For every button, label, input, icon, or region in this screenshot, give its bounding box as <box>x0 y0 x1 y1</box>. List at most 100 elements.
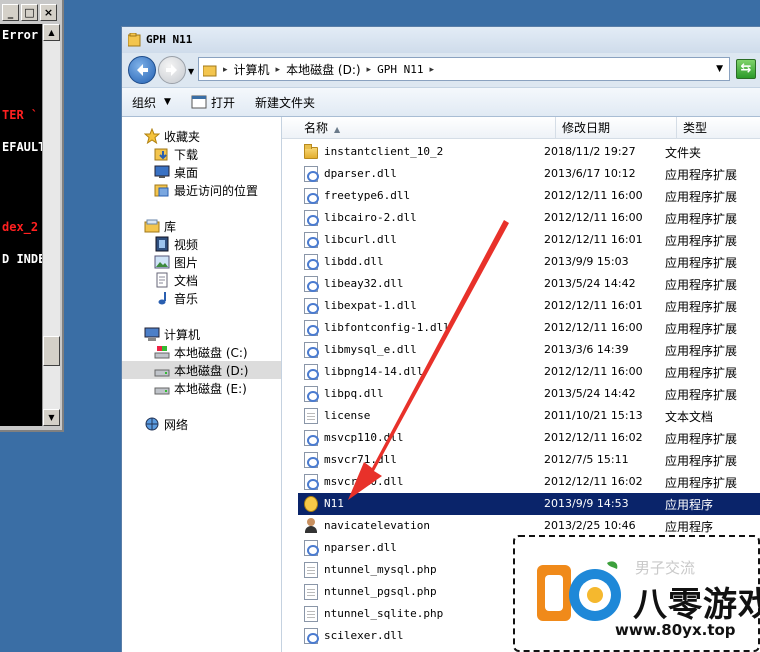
star-icon <box>143 127 161 145</box>
file-date: 2012/12/11 16:02 <box>544 475 643 488</box>
desktop-icon <box>154 164 170 180</box>
nav-label: 桌面 <box>174 165 199 180</box>
music-note-icon <box>154 290 170 306</box>
file-name: msvcp110.dll <box>324 431 404 444</box>
back-button[interactable] <box>128 56 156 84</box>
file-row[interactable]: msvcp110.dll 2012/12/11 16:02 应用程序扩展 <box>298 427 760 449</box>
nav-drive-c[interactable]: 本地磁盘 (C:) <box>154 343 248 361</box>
recent-places-icon <box>154 182 170 198</box>
nav-network[interactable]: 网络 <box>144 415 188 433</box>
column-date[interactable]: 修改日期 <box>556 117 677 139</box>
console-scrollbar[interactable]: ▲ ▼ <box>42 24 60 426</box>
folder-icon <box>128 33 141 47</box>
file-name: libcurl.dll <box>324 233 397 246</box>
file-row[interactable]: msvcr71.dll 2012/7/5 15:11 应用程序扩展 <box>298 449 760 471</box>
file-row[interactable]: msvcr110.dll 2012/12/11 16:02 应用程序扩展 <box>298 471 760 493</box>
file-name: license <box>324 409 371 422</box>
exe-file-icon <box>304 496 318 512</box>
column-header: 名称 ▲ 修改日期 类型 <box>282 117 760 139</box>
file-row[interactable]: license 2011/10/21 15:13 文本文档 <box>298 405 760 427</box>
nav-desktop[interactable]: 桌面 <box>154 163 198 181</box>
breadcrumb-separator-icon[interactable]: ▸ <box>276 65 281 75</box>
refresh-icon: ⇆ <box>740 61 752 76</box>
nav-downloads[interactable]: 下载 <box>154 145 198 163</box>
dll-file-icon <box>304 320 319 336</box>
organize-button[interactable]: 组织 ▼ <box>122 90 181 114</box>
nav-label: 本地磁盘 (D:) <box>174 363 249 378</box>
nav-libraries[interactable]: 库 <box>144 217 176 235</box>
file-name: libpng14-14.dll <box>324 365 424 378</box>
file-type: 应用程序扩展 <box>665 344 738 358</box>
address-bar[interactable]: ▸ 计算机 ▸ 本地磁盘 (D:) ▸ GPH N11 ▸ ▼ <box>198 57 730 81</box>
scroll-down-icon[interactable]: ▼ <box>43 409 60 426</box>
document-icon <box>154 272 170 288</box>
column-name[interactable]: 名称 ▲ <box>298 117 556 139</box>
file-date: 2018/11/2 19:27 <box>544 145 636 158</box>
scroll-thumb[interactable] <box>43 336 60 366</box>
file-type: 应用程序扩展 <box>665 432 738 446</box>
file-row[interactable]: libfontconfig-1.dll 2012/12/11 16:00 应用程序扩… <box>298 317 760 339</box>
scroll-up-icon[interactable]: ▲ <box>43 24 60 41</box>
history-dropdown-icon[interactable]: ▼ <box>188 67 194 76</box>
file-row[interactable]: libcairo-2.dll 2012/12/11 16:00 应用程序扩展 <box>298 207 760 229</box>
file-row[interactable]: libcurl.dll 2012/12/11 16:01 应用程序扩展 <box>298 229 760 251</box>
title-bar[interactable]: GPH N11 <box>122 27 760 53</box>
open-button[interactable]: 打开 <box>181 90 245 114</box>
file-date: 2013/9/9 14:53 <box>544 497 629 510</box>
file-date: 2013/3/6 14:39 <box>544 343 629 356</box>
file-date: 2013/5/24 14:42 <box>544 387 636 400</box>
file-row[interactable]: libpng14-14.dll 2012/12/11 16:00 应用程序扩展 <box>298 361 760 383</box>
nav-pictures[interactable]: 图片 <box>154 253 198 271</box>
file-type: 应用程序扩展 <box>665 322 738 336</box>
file-date: 2013/6/17 10:12 <box>544 167 636 180</box>
nav-videos[interactable]: 视频 <box>154 235 198 253</box>
breadcrumb-current-folder[interactable]: GPH N11 <box>377 63 423 76</box>
console-line: TER ` <box>2 108 39 122</box>
file-name: libexpat-1.dll <box>324 299 417 312</box>
file-type: 应用程序扩展 <box>665 278 738 292</box>
doc-file-icon <box>304 408 318 424</box>
drive-icon <box>154 380 170 396</box>
file-type: 应用程序扩展 <box>665 212 738 226</box>
file-type: 应用程序扩展 <box>665 388 738 402</box>
maximize-button[interactable]: □ <box>21 4 38 21</box>
address-dropdown-icon[interactable]: ▼ <box>716 64 723 74</box>
file-row[interactable]: navicatelevation 2013/2/25 10:46 应用程序 <box>298 515 760 537</box>
new-folder-button[interactable]: 新建文件夹 <box>245 90 325 114</box>
nav-drive-e[interactable]: 本地磁盘 (E:) <box>154 379 247 397</box>
dll-file-icon <box>304 452 319 468</box>
window-title: GPH N11 <box>146 33 193 46</box>
file-type: 应用程序扩展 <box>665 168 738 182</box>
nav-computer[interactable]: 计算机 <box>144 325 200 343</box>
doc-file-icon <box>304 584 318 600</box>
file-type: 应用程序扩展 <box>665 256 738 270</box>
file-row[interactable]: libpq.dll 2013/5/24 14:42 应用程序扩展 <box>298 383 760 405</box>
column-type[interactable]: 类型 <box>677 117 760 139</box>
breadcrumb-drive-d[interactable]: 本地磁盘 (D:) <box>286 61 360 78</box>
file-name: instantclient_10_2 <box>324 145 444 158</box>
breadcrumb-separator-icon[interactable]: ▸ <box>367 65 372 75</box>
minimize-button[interactable]: _ <box>2 4 19 21</box>
file-row[interactable]: N11 2013/9/9 14:53 应用程序 <box>298 493 760 515</box>
file-row[interactable]: instantclient_10_2 2018/11/2 19:27 文件夹 <box>298 141 760 163</box>
file-row[interactable]: libeay32.dll 2013/5/24 14:42 应用程序扩展 <box>298 273 760 295</box>
nav-recent-places[interactable]: 最近访问的位置 <box>154 181 258 199</box>
file-row[interactable]: libdd.dll 2013/9/9 15:03 应用程序扩展 <box>298 251 760 273</box>
refresh-button[interactable]: ⇆ <box>736 59 756 79</box>
file-row[interactable]: libexpat-1.dll 2012/12/11 16:01 应用程序扩展 <box>298 295 760 317</box>
nav-documents[interactable]: 文档 <box>154 271 198 289</box>
dll-file-icon <box>304 430 319 446</box>
file-row[interactable]: freetype6.dll 2012/12/11 16:00 应用程序扩展 <box>298 185 760 207</box>
close-button[interactable]: × <box>40 4 57 21</box>
nav-favorites[interactable]: 收藏夹 <box>143 127 200 145</box>
file-row[interactable]: libmysql_e.dll 2013/3/6 14:39 应用程序扩展 <box>298 339 760 361</box>
forward-button[interactable] <box>158 56 186 84</box>
file-row[interactable]: dparser.dll 2013/6/17 10:12 应用程序扩展 <box>298 163 760 185</box>
organize-label: 组织 <box>132 95 157 110</box>
breadcrumb-separator-icon[interactable]: ▸ <box>429 65 434 75</box>
dll-file-icon <box>304 188 319 204</box>
nav-music[interactable]: 音乐 <box>154 289 198 307</box>
nav-drive-d[interactable]: 本地磁盘 (D:) <box>122 361 281 379</box>
arrow-left-icon <box>137 64 148 76</box>
breadcrumb-computer[interactable]: 计算机 <box>234 61 270 78</box>
